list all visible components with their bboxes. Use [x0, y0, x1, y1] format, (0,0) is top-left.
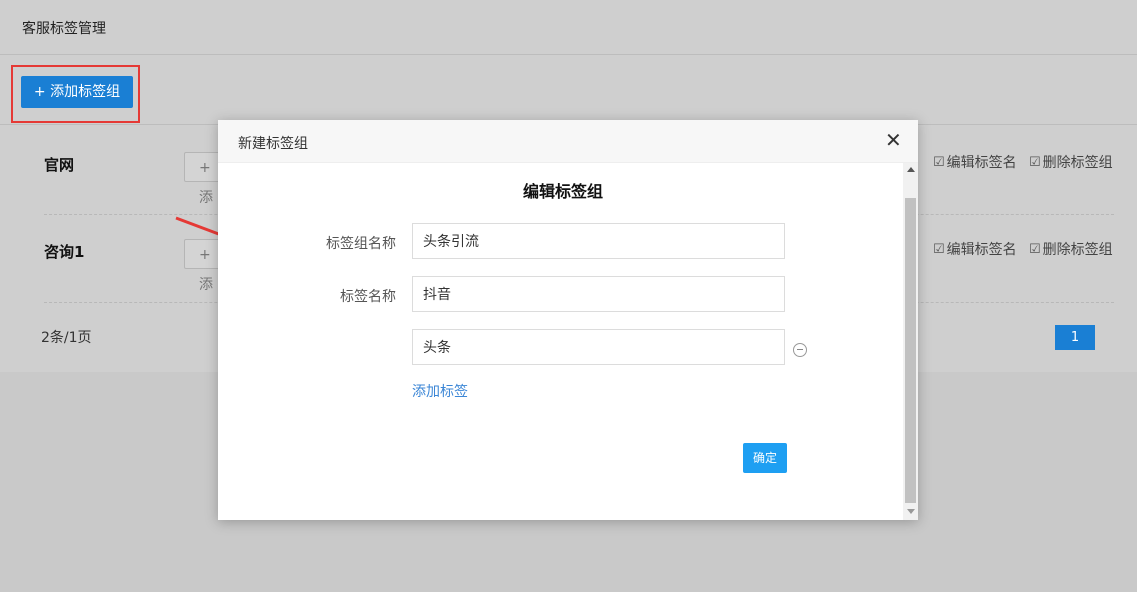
edit-icon: ☑ [933, 154, 945, 170]
confirm-button[interactable]: 确定 [743, 443, 787, 473]
tag-name-input[interactable] [412, 329, 785, 365]
dialog-scrollbar[interactable] [903, 163, 918, 520]
group-name: 官网 [44, 156, 75, 174]
edit-icon: ☑ [1029, 241, 1041, 257]
tag-name-input[interactable] [412, 276, 785, 312]
dialog-header: 新建标签组 ✕ [218, 120, 918, 163]
scroll-thumb[interactable] [905, 198, 916, 503]
new-tag-group-dialog: 新建标签组 ✕ 编辑标签组 标签组名称 标签名称 添加标签 确定 [218, 120, 918, 520]
delete-label: 删除标签组 [1042, 155, 1113, 171]
edit-icon: ☑ [1029, 154, 1041, 170]
group-name-input[interactable] [412, 223, 785, 259]
remove-tag-icon[interactable] [793, 343, 807, 357]
group-name: 咨询1 [44, 243, 85, 261]
scroll-down-arrow-icon[interactable] [907, 509, 915, 514]
dialog-body: 编辑标签组 标签组名称 标签名称 添加标签 确定 [218, 163, 903, 520]
delete-tag-group-button[interactable]: ☑ 删除标签组 [1029, 152, 1113, 172]
close-icon[interactable]: ✕ [885, 130, 902, 150]
delete-tag-group-button[interactable]: ☑ 删除标签组 [1029, 239, 1113, 259]
delete-label: 删除标签组 [1042, 242, 1113, 258]
page-title: 客服标签管理 [22, 21, 106, 37]
group-name-label: 标签组名称 [326, 236, 396, 252]
edit-tag-name-button[interactable]: ☑ 编辑标签名 [933, 152, 1017, 172]
dialog-title: 新建标签组 [238, 136, 308, 152]
edit-label: 编辑标签名 [946, 155, 1017, 171]
pager-page-button[interactable]: 1 [1055, 325, 1095, 350]
pager-count: 2条/1页 [41, 330, 92, 346]
tag-name-label: 标签名称 [340, 289, 396, 305]
edit-tag-name-button[interactable]: ☑ 编辑标签名 [933, 239, 1017, 259]
edit-label: 编辑标签名 [946, 242, 1017, 258]
highlight-annotation-box [11, 65, 140, 123]
form-heading: 编辑标签组 [522, 182, 603, 201]
add-tag-link[interactable]: 添加标签 [412, 381, 468, 401]
edit-icon: ☑ [933, 241, 945, 257]
scroll-up-arrow-icon[interactable] [907, 167, 915, 172]
page-header: 客服标签管理 [0, 0, 1137, 55]
